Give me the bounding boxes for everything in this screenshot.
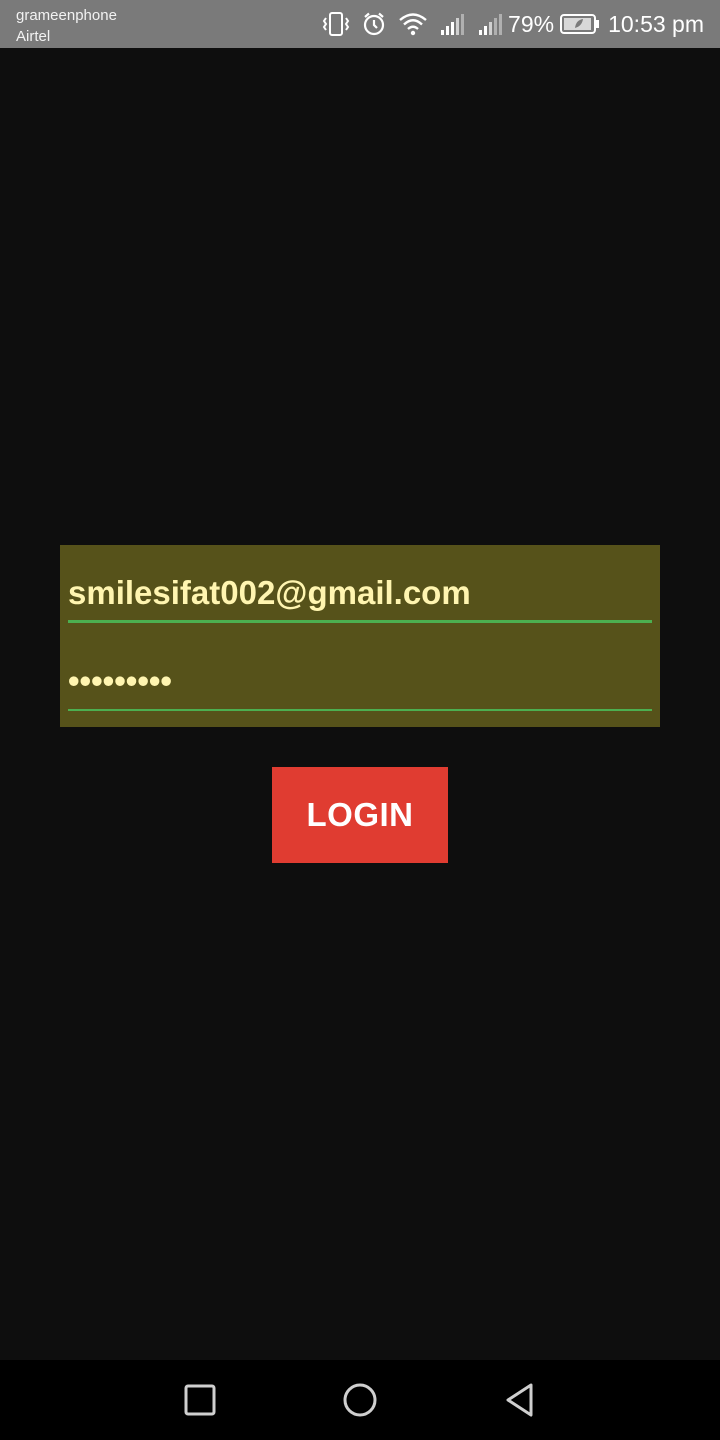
email-underline bbox=[68, 620, 652, 623]
login-screen: grameenphone Airtel 79% 10:53 pm smilesi… bbox=[0, 0, 720, 1440]
alarm-icon bbox=[362, 12, 386, 36]
password-underline bbox=[68, 709, 652, 711]
home-icon bbox=[343, 1383, 377, 1417]
back-icon bbox=[506, 1383, 533, 1417]
signal-icon bbox=[440, 12, 466, 36]
signal-icon bbox=[478, 12, 504, 36]
carrier-secondary: Airtel bbox=[16, 28, 51, 45]
carrier-primary: grameenphone bbox=[16, 7, 117, 24]
clock: 10:53 pm bbox=[608, 10, 704, 37]
login-form bbox=[60, 545, 660, 727]
status-bar: grameenphone Airtel 79% 10:53 pm bbox=[0, 0, 720, 48]
email-field[interactable] bbox=[68, 567, 652, 619]
back-button[interactable] bbox=[496, 1376, 544, 1424]
battery-percent: 79% bbox=[508, 10, 555, 37]
password-field-container bbox=[68, 655, 652, 711]
vibrate-icon bbox=[322, 11, 350, 37]
navigation-bar bbox=[0, 1360, 720, 1440]
password-field[interactable] bbox=[68, 655, 652, 707]
email-field-container bbox=[68, 567, 652, 623]
recents-icon bbox=[184, 1384, 216, 1416]
home-button[interactable] bbox=[336, 1376, 384, 1424]
carrier-info: grameenphone Airtel bbox=[16, 5, 117, 47]
wifi-icon bbox=[398, 12, 428, 36]
battery-icon bbox=[560, 13, 600, 35]
login-button[interactable]: LOGIN bbox=[272, 767, 448, 863]
status-icons: 79% 10:53 pm bbox=[310, 0, 704, 48]
recents-button[interactable] bbox=[176, 1376, 224, 1424]
